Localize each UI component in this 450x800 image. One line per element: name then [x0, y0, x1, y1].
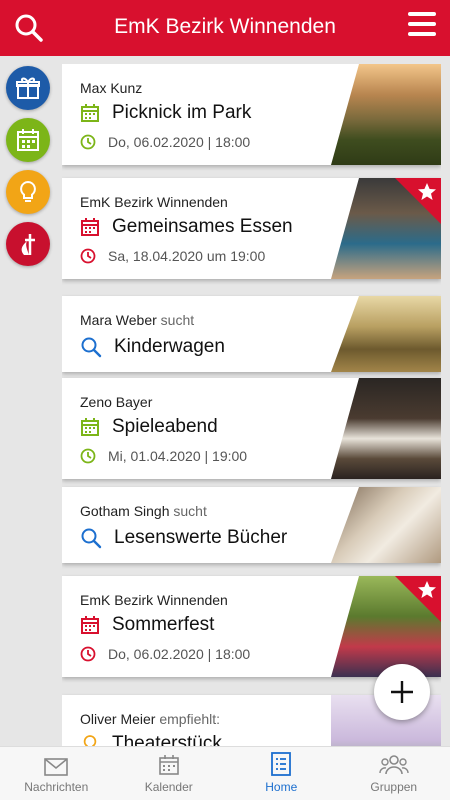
nav-kalender[interactable]: Kalender: [113, 747, 226, 800]
list-icon: [271, 752, 292, 776]
star-icon: [418, 183, 436, 200]
feed-card[interactable]: EmK Bezirk Winnenden Gemeinsames Essen S…: [62, 178, 441, 279]
search-icon: [81, 337, 102, 358]
feed-card[interactable]: Gotham Singh sucht Lesenswerte Bücher: [62, 487, 441, 563]
nav-nachrichten[interactable]: Nachrichten: [0, 747, 113, 800]
nav-label: Kalender: [144, 780, 193, 794]
card-author: Oliver Meier empfiehlt:: [80, 711, 221, 727]
card-date: Do, 06.02.2020 | 18:00: [80, 134, 250, 150]
card-title: Picknick im Park: [80, 102, 251, 124]
star-icon: [418, 581, 436, 598]
card-title: Theaterstück: [80, 733, 222, 746]
nav-gruppen[interactable]: Gruppen: [338, 747, 450, 800]
feed-card[interactable]: Max Kunz Picknick im Park Do, 06.02.2020…: [62, 64, 441, 165]
card-date: Sa, 18.04.2020 um 19:00: [80, 248, 265, 264]
card-photo-book: [331, 487, 441, 563]
calendar-icon: [158, 755, 179, 775]
feed-list: Max Kunz Picknick im Park Do, 06.02.2020…: [62, 64, 441, 746]
clock-icon: [80, 448, 96, 464]
lightbulb-icon: [83, 735, 97, 746]
card-author: EmK Bezirk Winnenden: [80, 592, 228, 608]
card-author: EmK Bezirk Winnenden: [80, 194, 228, 210]
card-photo-family: [331, 296, 441, 372]
feed-card[interactable]: Zeno Bayer Spieleabend Mi, 01.04.2020 | …: [62, 378, 441, 479]
card-date: Mi, 01.04.2020 | 19:00: [80, 448, 247, 464]
card-title: Lesenswerte Bücher: [80, 527, 287, 549]
envelope-icon: [44, 758, 69, 776]
lightbulb-icon[interactable]: [6, 170, 50, 214]
plus-icon: [391, 681, 413, 703]
category-rail: [0, 56, 56, 746]
calendar-icon: [81, 616, 99, 634]
app-title: EmK Bezirk Winnenden: [114, 15, 336, 38]
card-author: Gotham Singh sucht: [80, 503, 207, 519]
card-author: Max Kunz: [80, 80, 143, 96]
card-photo-chess: [331, 378, 441, 479]
nav-label: Gruppen: [370, 780, 418, 794]
nav-label: Home: [265, 780, 298, 794]
card-title: Kinderwagen: [80, 336, 225, 358]
bottom-navigation: Nachrichten Kalender Home Gruppen: [0, 746, 450, 800]
church-logo-icon[interactable]: [6, 222, 50, 266]
search-icon: [81, 528, 102, 549]
gift-icon[interactable]: [6, 66, 50, 110]
nav-label: Nachrichten: [24, 780, 89, 794]
calendar-icon: [81, 104, 99, 122]
feed-card[interactable]: EmK Bezirk Winnenden Sommerfest Do, 06.0…: [62, 576, 441, 677]
card-title: Sommerfest: [80, 614, 214, 636]
card-photo-picnic: [331, 64, 441, 165]
clock-icon: [80, 646, 96, 662]
clock-icon: [80, 248, 96, 264]
card-title: Gemeinsames Essen: [80, 216, 293, 238]
feed-card[interactable]: Mara Weber sucht Kinderwagen: [62, 296, 441, 372]
app-bar: EmK Bezirk Winnenden: [0, 0, 450, 56]
calendar-icon[interactable]: [6, 118, 50, 162]
calendar-icon: [81, 218, 99, 236]
card-author: Mara Weber sucht: [80, 312, 195, 328]
people-icon: [379, 755, 409, 775]
clock-icon: [80, 134, 96, 150]
nav-home[interactable]: Home: [225, 747, 338, 800]
calendar-icon: [81, 418, 99, 436]
card-date: Do, 06.02.2020 | 18:00: [80, 646, 250, 662]
card-title: Spieleabend: [80, 416, 218, 438]
hamburger-menu-icon[interactable]: [408, 12, 436, 38]
card-author: Zeno Bayer: [80, 394, 153, 410]
add-button[interactable]: [374, 664, 430, 720]
